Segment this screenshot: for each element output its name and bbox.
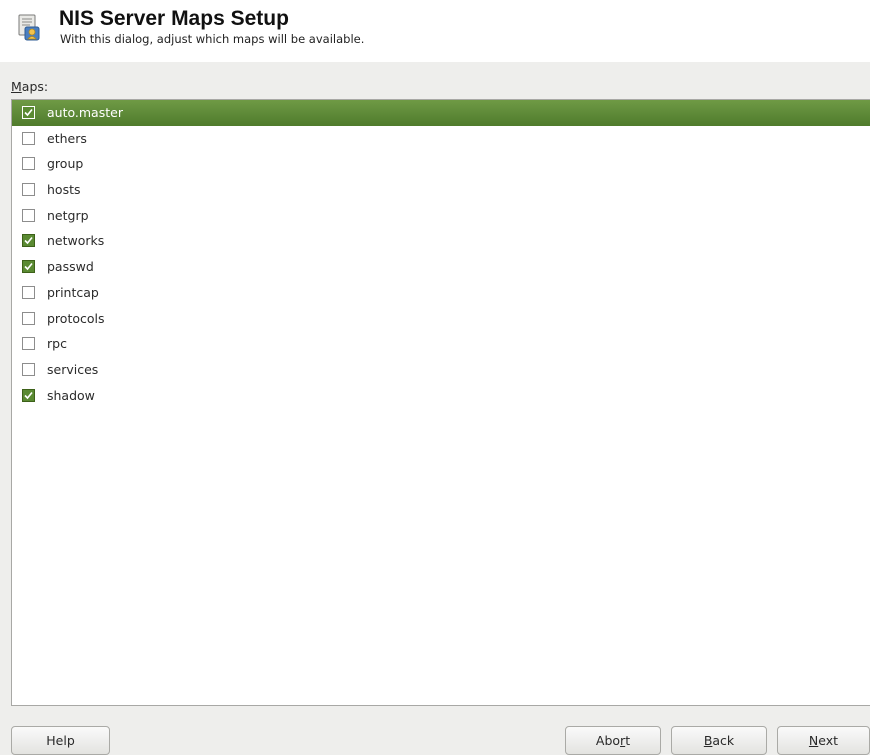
- map-list-item[interactable]: rpc: [12, 331, 870, 357]
- map-name: rpc: [47, 336, 67, 352]
- map-list-item[interactable]: services: [12, 357, 870, 383]
- map-list-item[interactable]: printcap: [12, 280, 870, 306]
- map-list-item[interactable]: hosts: [12, 177, 870, 203]
- map-list-item[interactable]: ethers: [12, 126, 870, 152]
- page-title: NIS Server Maps Setup: [59, 7, 289, 30]
- map-list-item[interactable]: networks: [12, 228, 870, 254]
- map-checkbox[interactable]: [22, 311, 35, 325]
- checkmark-icon: [24, 237, 33, 245]
- map-checkbox[interactable]: [22, 285, 35, 299]
- map-checkbox[interactable]: [22, 260, 35, 274]
- help-button-label: Help: [46, 733, 75, 748]
- map-checkbox[interactable]: [22, 388, 35, 402]
- map-name: shadow: [47, 387, 95, 403]
- map-checkbox[interactable]: [22, 106, 35, 119]
- checkmark-icon: [24, 391, 33, 399]
- map-name: group: [47, 156, 84, 172]
- map-list-item[interactable]: netgrp: [12, 203, 870, 229]
- map-checkbox[interactable]: [22, 208, 35, 222]
- back-button[interactable]: Back: [671, 726, 767, 755]
- map-checkbox[interactable]: [22, 131, 35, 145]
- map-name: printcap: [47, 284, 99, 300]
- dialog-header: NIS Server Maps Setup With this dialog, …: [0, 0, 870, 62]
- map-checkbox[interactable]: [22, 183, 35, 197]
- map-checkbox[interactable]: [22, 337, 35, 351]
- maps-label-mnemonic: M: [11, 79, 22, 94]
- nis-server-icon: [18, 14, 40, 41]
- map-checkbox[interactable]: [22, 362, 35, 376]
- map-list-item[interactable]: shadow: [12, 383, 870, 409]
- checkmark-icon: [24, 108, 33, 117]
- map-list-item[interactable]: protocols: [12, 306, 870, 332]
- map-name: netgrp: [47, 207, 89, 223]
- page-subtitle: With this dialog, adjust which maps will…: [60, 32, 365, 46]
- help-button[interactable]: Help: [11, 726, 110, 755]
- map-list-item[interactable]: group: [12, 151, 870, 177]
- map-name: ethers: [47, 130, 87, 146]
- map-name: networks: [47, 233, 105, 249]
- next-button[interactable]: Next: [777, 726, 870, 755]
- map-name: services: [47, 361, 99, 377]
- map-list-item[interactable]: auto.master: [12, 100, 870, 126]
- abort-button[interactable]: Abort: [565, 726, 661, 755]
- map-name: hosts: [47, 182, 81, 198]
- maps-label: Maps:: [11, 79, 48, 95]
- dialog-content: Maps: auto.master ethers group hosts netgrp n…: [0, 62, 870, 755]
- map-checkbox[interactable]: [22, 234, 35, 248]
- maps-list[interactable]: auto.master ethers group hosts netgrp network…: [11, 99, 870, 706]
- map-name: auto.master: [47, 105, 123, 120]
- map-name: protocols: [47, 310, 105, 326]
- map-name: passwd: [47, 259, 94, 275]
- map-list-item[interactable]: passwd: [12, 254, 870, 280]
- maps-label-rest: aps:: [21, 79, 49, 94]
- map-checkbox[interactable]: [22, 157, 35, 171]
- checkmark-icon: [24, 263, 33, 271]
